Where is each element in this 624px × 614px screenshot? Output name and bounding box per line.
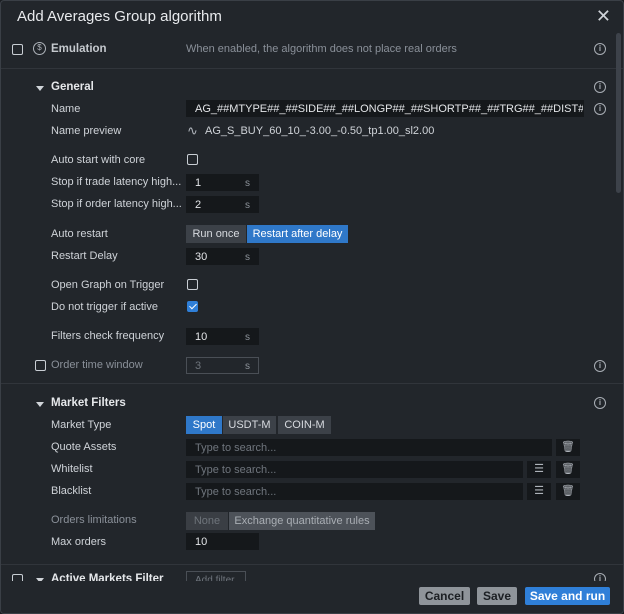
trade-latency-input[interactable]: 1s [186, 174, 259, 191]
order-latency-label: Stop if order latency high... [51, 198, 182, 210]
name-preview-label: Name preview [51, 125, 122, 137]
filters-frequency-label: Filters check frequency [51, 330, 165, 342]
open-graph-label: Open Graph on Trigger [51, 279, 165, 291]
list-icon[interactable]: ☰ [527, 483, 551, 500]
section-title-general: General [51, 81, 94, 93]
order-latency-input[interactable]: 2s [186, 196, 259, 213]
collapse-market-filters-icon[interactable] [36, 402, 44, 407]
max-orders-label: Max orders [51, 536, 107, 548]
orders-limitations-label: Orders limitations [51, 514, 137, 526]
auto-restart-run-once[interactable]: Run once [186, 225, 246, 243]
trash-icon[interactable]: 🗑 [556, 461, 580, 478]
info-icon[interactable]: i [594, 103, 606, 115]
power-icon: $ [33, 42, 46, 55]
blacklist-search[interactable]: Type to search... [186, 483, 523, 500]
section-title-market-filters: Market Filters [51, 397, 126, 409]
trash-icon[interactable]: 🗑 [556, 483, 580, 500]
restart-delay-input[interactable]: 30 s [186, 248, 259, 265]
auto-start-label: Auto start with core [51, 154, 146, 166]
whitelist-label: Whitelist [51, 463, 93, 475]
section-divider [1, 564, 623, 565]
quote-assets-search[interactable]: Type to search... [186, 439, 552, 456]
info-icon[interactable]: i [594, 360, 606, 372]
market-type-usdt-m[interactable]: USDT-M [223, 416, 276, 434]
name-input[interactable]: AG_##MTYPE##_##SIDE##_##LONGP##_##SHORTP… [186, 100, 584, 117]
wave-icon: ∿ [187, 123, 198, 138]
add-algorithm-dialog: Add Averages Group algorithm ✕ $ Emulati… [0, 0, 624, 614]
auto-restart-after-delay[interactable]: Restart after delay [247, 225, 348, 243]
filters-frequency-input[interactable]: 10 s [186, 328, 259, 345]
quote-assets-label: Quote Assets [51, 441, 117, 453]
max-orders-input[interactable]: 10 [186, 533, 259, 550]
close-icon[interactable]: ✕ [596, 6, 611, 27]
emulation-checkbox[interactable] [12, 44, 23, 55]
orders-limitations-none[interactable]: None [186, 512, 228, 530]
section-divider [1, 383, 623, 384]
name-preview-value: AG_S_BUY_60_10_-3.00_-0.50_tp1.00_sl2.00 [205, 125, 435, 137]
info-icon[interactable]: i [594, 43, 606, 55]
scrollbar[interactable] [616, 33, 621, 193]
auto-restart-label: Auto restart [51, 228, 108, 240]
emulation-label: Emulation [51, 43, 107, 55]
trade-latency-label: Stop if trade latency high... [51, 176, 182, 188]
info-icon[interactable]: i [594, 397, 606, 409]
order-window-label: Order time window [51, 359, 143, 371]
save-button[interactable]: Save [477, 587, 517, 605]
order-window-checkbox[interactable] [35, 360, 46, 371]
restart-delay-label: Restart Delay [51, 250, 118, 262]
list-icon[interactable]: ☰ [527, 461, 551, 478]
open-graph-checkbox[interactable] [187, 279, 198, 290]
auto-start-checkbox[interactable] [187, 154, 198, 165]
info-icon[interactable]: i [594, 81, 606, 93]
no-trigger-checkbox[interactable] [187, 301, 198, 312]
section-divider [1, 68, 623, 69]
dialog-title: Add Averages Group algorithm [17, 8, 222, 25]
market-type-coin-m[interactable]: COIN-M [278, 416, 331, 434]
dialog-footer: Cancel Save Save and run [1, 581, 623, 613]
orders-limitations-exchange[interactable]: Exchange quantitative rules [229, 512, 375, 530]
cancel-button[interactable]: Cancel [419, 587, 470, 605]
market-type-spot[interactable]: Spot [186, 416, 222, 434]
blacklist-label: Blacklist [51, 485, 92, 497]
no-trigger-label: Do not trigger if active [51, 301, 158, 313]
market-type-label: Market Type [51, 419, 112, 431]
name-label: Name [51, 103, 81, 115]
trash-icon[interactable]: 🗑 [556, 439, 580, 456]
whitelist-search[interactable]: Type to search... [186, 461, 523, 478]
save-and-run-button[interactable]: Save and run [525, 587, 610, 605]
collapse-general-icon[interactable] [36, 86, 44, 91]
dialog-titlebar: Add Averages Group algorithm ✕ [1, 1, 623, 31]
emulation-hint: When enabled, the algorithm does not pla… [186, 43, 457, 55]
order-window-input[interactable]: 3s [186, 357, 259, 374]
